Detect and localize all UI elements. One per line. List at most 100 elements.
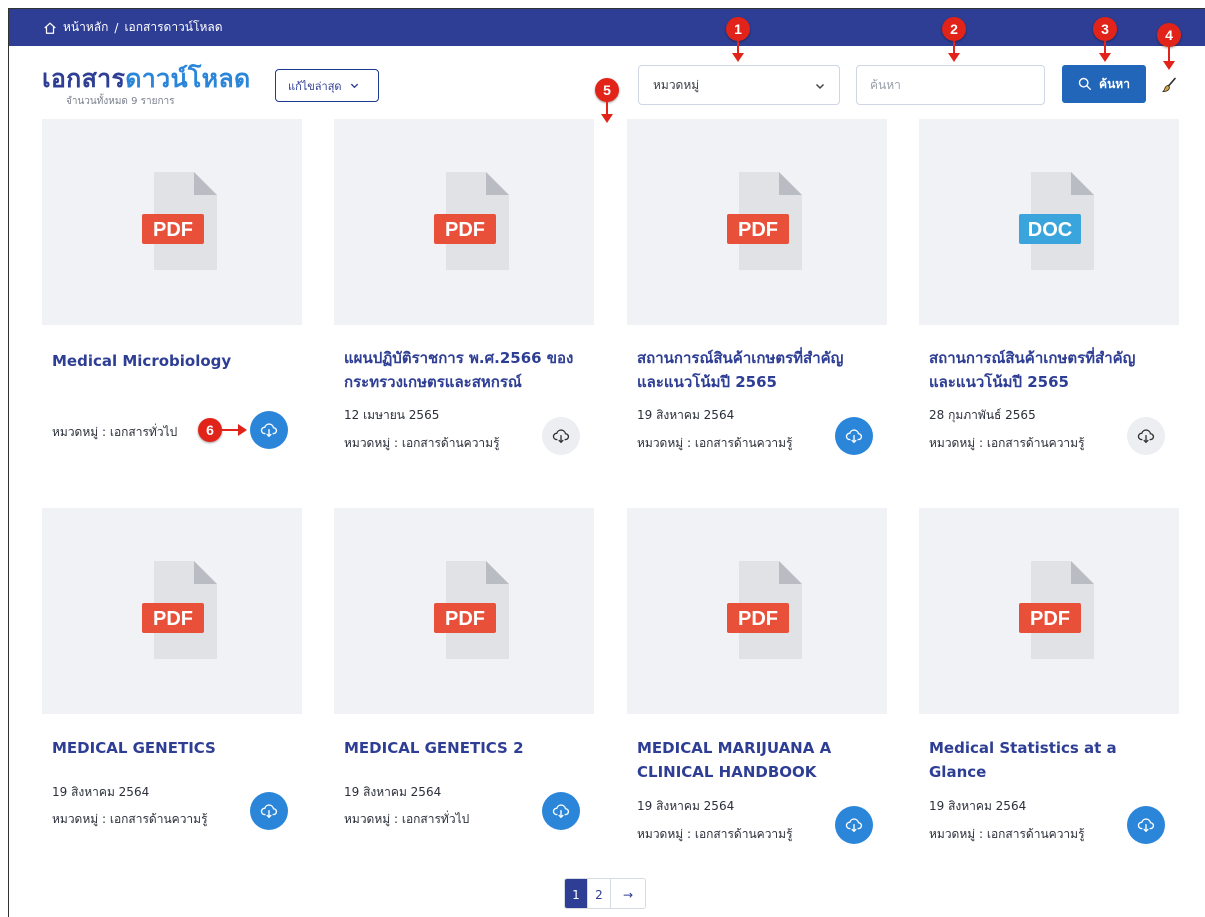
cloud-download-icon bbox=[552, 804, 570, 819]
document-title-line2[interactable]: และแนวโน้มปี 2565 bbox=[637, 370, 882, 394]
document-thumbnail[interactable]: DOC bbox=[919, 119, 1179, 325]
download-button[interactable] bbox=[835, 806, 873, 844]
document-category: หมวดหมู่ : เอกสารด้านความรู้ bbox=[637, 436, 793, 450]
document-thumbnail[interactable]: PDF bbox=[627, 508, 887, 714]
document-title[interactable]: Medical Statistics at a bbox=[929, 736, 1174, 760]
search-input[interactable] bbox=[856, 65, 1045, 105]
search-icon bbox=[1078, 77, 1092, 91]
category-dropdown[interactable]: หมวดหมู่ bbox=[638, 65, 840, 105]
document-title[interactable]: แผนปฏิบัติราชการ พ.ศ.2566 ของ bbox=[344, 346, 589, 370]
document-thumbnail[interactable]: PDF bbox=[919, 508, 1179, 714]
document-category: หมวดหมู่ : เอกสารทั่วไป bbox=[344, 812, 470, 826]
result-count: จำนวนทั้งหมด 9 รายการ bbox=[66, 96, 175, 107]
page-1-button[interactable]: 1 bbox=[565, 879, 588, 908]
document-card[interactable]: PDF Medical Statistics at a Glance 19 สิ… bbox=[919, 508, 1179, 868]
file-type-label: PDF bbox=[153, 219, 193, 241]
annotation-arrow bbox=[948, 53, 960, 62]
document-category: หมวดหมู่ : เอกสารด้านความรู้ bbox=[52, 812, 208, 826]
annotation-arrow bbox=[606, 101, 608, 115]
document-card[interactable]: PDF แผนปฏิบัติราชการ พ.ศ.2566 ของ กระทรว… bbox=[334, 119, 594, 499]
document-date: 19 สิงหาคม 2564 bbox=[52, 785, 150, 799]
document-thumbnail[interactable]: PDF bbox=[334, 119, 594, 325]
breadcrumb-current: เอกสารดาวน์โหลด bbox=[124, 20, 223, 34]
annotation-arrow bbox=[1104, 40, 1106, 54]
file-type-label: PDF bbox=[445, 219, 485, 241]
category-dropdown-value: หมวดหมู่ bbox=[653, 77, 700, 92]
pdf-file-icon: PDF bbox=[1019, 561, 1094, 659]
annotation-arrow bbox=[1163, 61, 1175, 70]
document-category: หมวดหมู่ : เอกสารด้านความรู้ bbox=[637, 827, 793, 841]
file-type-label: PDF bbox=[1030, 608, 1070, 630]
download-button[interactable] bbox=[250, 792, 288, 830]
document-title[interactable]: MEDICAL MARIJUANA A bbox=[637, 736, 882, 760]
download-button[interactable] bbox=[835, 417, 873, 455]
cloud-download-icon bbox=[845, 818, 863, 833]
pdf-file-icon: PDF bbox=[727, 172, 802, 270]
document-category: หมวดหมู่ : เอกสารทั่วไป bbox=[52, 425, 178, 439]
document-card[interactable]: PDF สถานการณ์สินค้าเกษตรที่สำคัญ และแนวโ… bbox=[627, 119, 887, 499]
annotation-arrow bbox=[1099, 53, 1111, 62]
sort-dropdown-value: แก้ไขล่าสุด bbox=[288, 79, 342, 93]
document-title[interactable]: สถานการณ์สินค้าเกษตรที่สำคัญ bbox=[637, 346, 882, 370]
annotation-arrow bbox=[1168, 46, 1170, 62]
cloud-download-icon bbox=[552, 429, 570, 444]
document-title-line2[interactable]: และแนวโน้มปี 2565 bbox=[929, 370, 1174, 394]
annotation-arrow bbox=[953, 40, 955, 54]
brush-icon[interactable] bbox=[1161, 77, 1177, 93]
download-button[interactable] bbox=[542, 417, 580, 455]
document-title[interactable]: MEDICAL GENETICS bbox=[52, 736, 297, 760]
document-category: หมวดหมู่ : เอกสารด้านความรู้ bbox=[929, 827, 1085, 841]
page-title: เอกสารดาวน์โหลด bbox=[42, 59, 251, 99]
pdf-file-icon: PDF bbox=[434, 561, 509, 659]
search-button[interactable]: ค้นหา bbox=[1062, 65, 1146, 103]
download-button[interactable] bbox=[542, 792, 580, 830]
document-title-line2[interactable]: กระทรวงเกษตรและสหกรณ์ bbox=[344, 370, 589, 394]
download-button[interactable] bbox=[1127, 417, 1165, 455]
search-button-label: ค้นหา bbox=[1099, 76, 1130, 91]
chevron-down-icon bbox=[815, 83, 825, 90]
document-card[interactable]: PDF Medical Microbiology หมวดหมู่ : เอกส… bbox=[42, 119, 302, 499]
annotation-arrow bbox=[601, 114, 613, 123]
document-card[interactable]: PDF MEDICAL GENETICS 2 19 สิงหาคม 2564 ห… bbox=[334, 508, 594, 868]
file-type-label: PDF bbox=[445, 608, 485, 630]
file-type-label: PDF bbox=[738, 608, 778, 630]
cloud-download-icon bbox=[845, 429, 863, 444]
home-icon[interactable] bbox=[43, 21, 57, 35]
cloud-download-icon bbox=[260, 804, 278, 819]
download-button[interactable] bbox=[250, 411, 288, 449]
pdf-file-icon: PDF bbox=[727, 561, 802, 659]
document-card[interactable]: PDF MEDICAL GENETICS 19 สิงหาคม 2564 หมว… bbox=[42, 508, 302, 868]
cloud-download-icon bbox=[1137, 429, 1155, 444]
document-card[interactable]: DOC สถานการณ์สินค้าเกษตรที่สำคัญ และแนวโ… bbox=[919, 119, 1179, 499]
document-thumbnail[interactable]: PDF bbox=[627, 119, 887, 325]
sort-dropdown[interactable]: แก้ไขล่าสุด bbox=[275, 69, 379, 102]
cloud-download-icon bbox=[1137, 818, 1155, 833]
document-category: หมวดหมู่ : เอกสารด้านความรู้ bbox=[929, 436, 1085, 450]
annotation-marker-3: 3 bbox=[1093, 17, 1117, 41]
document-title[interactable]: สถานการณ์สินค้าเกษตรที่สำคัญ bbox=[929, 346, 1174, 370]
annotation-marker-2: 2 bbox=[942, 17, 966, 41]
file-type-label: DOC bbox=[1028, 219, 1072, 241]
pagination: 1 2 → bbox=[564, 878, 646, 909]
annotation-marker-1: 1 bbox=[726, 17, 750, 41]
download-button[interactable] bbox=[1127, 806, 1165, 844]
file-type-label: PDF bbox=[153, 608, 193, 630]
chevron-down-icon bbox=[350, 83, 358, 89]
page-2-button[interactable]: 2 bbox=[588, 879, 611, 908]
breadcrumb: หน้าหลัก / เอกสารดาวน์โหลด bbox=[9, 9, 1205, 46]
document-thumbnail[interactable]: PDF bbox=[334, 508, 594, 714]
document-thumbnail[interactable]: PDF bbox=[42, 508, 302, 714]
annotation-arrow bbox=[732, 53, 744, 62]
next-page-button[interactable]: → bbox=[611, 879, 645, 908]
document-title-line2[interactable]: CLINICAL HANDBOOK bbox=[637, 760, 882, 784]
document-thumbnail[interactable]: PDF bbox=[42, 119, 302, 325]
file-type-label: PDF bbox=[738, 219, 778, 241]
pdf-file-icon: PDF bbox=[142, 172, 217, 270]
document-title-line2[interactable]: Glance bbox=[929, 760, 1174, 784]
document-card[interactable]: PDF MEDICAL MARIJUANA A CLINICAL HANDBOO… bbox=[627, 508, 887, 868]
breadcrumb-home[interactable]: หน้าหลัก bbox=[63, 18, 108, 37]
document-date: 28 กุมภาพันธ์ 2565 bbox=[929, 408, 1036, 422]
document-title[interactable]: Medical Microbiology bbox=[52, 349, 297, 373]
doc-file-icon: DOC bbox=[1019, 172, 1094, 270]
document-title[interactable]: MEDICAL GENETICS 2 bbox=[344, 736, 589, 760]
